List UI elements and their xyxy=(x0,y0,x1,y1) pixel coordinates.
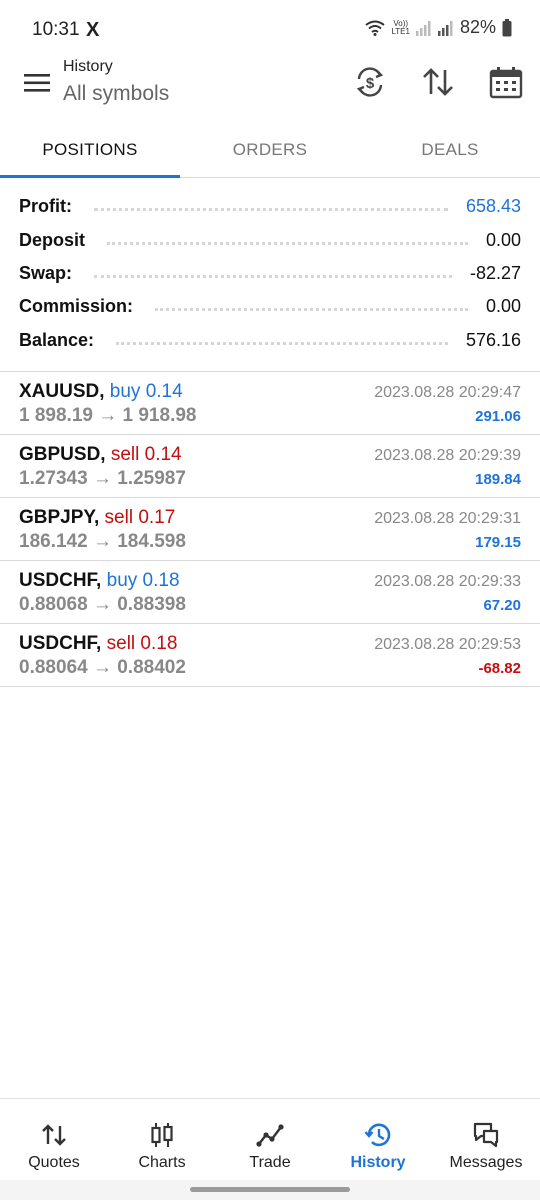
position-symbol: USDCHF, buy 0.18 xyxy=(19,570,180,591)
summary-label: Commission: xyxy=(19,296,134,317)
charts-icon xyxy=(151,1123,173,1147)
positions-list: XAUUSD, buy 0.14 1 898.19 → 1 918.98 202… xyxy=(0,372,540,687)
nav-charts[interactable]: Charts xyxy=(108,1099,216,1180)
app-header: History All symbols $ xyxy=(0,56,540,122)
summary-value: 0.00 xyxy=(485,296,521,317)
svg-text:$: $ xyxy=(366,75,375,92)
summary-label: Swap: xyxy=(19,262,73,283)
nav-history[interactable]: History xyxy=(324,1099,432,1180)
position-symbol: XAUUSD, buy 0.14 xyxy=(19,381,183,402)
nav-label: History xyxy=(350,1154,406,1171)
nav-quotes[interactable]: Quotes xyxy=(0,1099,108,1180)
symbol-filter[interactable]: All symbols xyxy=(63,82,169,106)
summary-row-commission: Commission: 0.00 xyxy=(0,290,540,323)
position-side: sell 0.18 xyxy=(106,633,178,654)
nav-trade[interactable]: Trade xyxy=(216,1099,324,1180)
network-type-icon: Vo)) LTE1 xyxy=(391,18,410,36)
summary-value: -82.27 xyxy=(469,262,521,283)
position-symbol: GBPUSD, sell 0.14 xyxy=(19,444,182,465)
dot-leader xyxy=(94,208,448,212)
menu-icon[interactable] xyxy=(24,72,50,94)
sort-icon[interactable] xyxy=(420,64,456,100)
dot-leader xyxy=(107,241,468,245)
dot-leader xyxy=(94,274,452,278)
signal-icon-2 xyxy=(437,20,453,36)
battery-icon xyxy=(502,18,512,36)
position-row[interactable]: USDCHF, sell 0.18 0.88064 → 0.88402 2023… xyxy=(0,624,540,687)
position-profit: 179.15 xyxy=(475,534,521,551)
dot-leader xyxy=(116,341,448,345)
position-side: buy 0.18 xyxy=(106,570,180,591)
position-row[interactable]: GBPUSD, sell 0.14 1.27343 → 1.25987 2023… xyxy=(0,435,540,498)
quotes-icon xyxy=(42,1124,66,1146)
battery-percent: 82% xyxy=(459,17,496,37)
x-logo-icon: X xyxy=(86,19,100,41)
position-side: buy 0.14 xyxy=(109,381,183,402)
summary-label: Profit: xyxy=(19,196,72,217)
calendar-icon[interactable] xyxy=(488,64,524,100)
position-row[interactable]: USDCHF, buy 0.18 0.88068 → 0.88398 2023.… xyxy=(0,561,540,624)
summary-value: 658.43 xyxy=(465,196,521,217)
wifi-icon xyxy=(365,20,386,36)
nav-label: Quotes xyxy=(28,1154,80,1171)
position-prices: 0.88064 → 0.88402 xyxy=(19,657,186,678)
summary-row-profit: Profit: 658.43 xyxy=(0,190,540,223)
position-profit: 67.20 xyxy=(483,597,521,614)
summary-panel: Profit: 658.43 Deposit 0.00 Swap: -82.27… xyxy=(0,190,540,357)
nav-label: Messages xyxy=(449,1154,523,1171)
status-indicators: Vo)) LTE1 82% xyxy=(365,17,512,38)
position-symbol: USDCHF, sell 0.18 xyxy=(19,633,178,654)
status-bar: 10:31 X Vo)) LTE1 82% xyxy=(0,0,540,56)
position-prices: 1.27343 → 1.25987 xyxy=(19,468,186,489)
position-symbol: GBPJPY, sell 0.17 xyxy=(19,507,176,528)
summary-row-deposit: Deposit 0.00 xyxy=(0,223,540,256)
status-time: 10:31 xyxy=(32,19,80,40)
position-prices: 186.142 → 184.598 xyxy=(19,531,186,552)
position-profit: -68.82 xyxy=(478,660,521,677)
summary-value: 0.00 xyxy=(485,229,521,250)
summary-row-swap: Swap: -82.27 xyxy=(0,257,540,290)
tab-positions[interactable]: POSITIONS xyxy=(0,122,180,178)
summary-row-balance: Balance: 576.16 xyxy=(0,324,540,357)
history-icon xyxy=(364,1123,391,1147)
messages-icon xyxy=(473,1122,499,1148)
position-time: 2023.08.28 20:29:47 xyxy=(374,384,521,401)
position-side: sell 0.14 xyxy=(110,444,182,465)
position-prices: 1 898.19 → 1 918.98 xyxy=(19,405,197,426)
tab-deals[interactable]: DEALS xyxy=(360,122,540,177)
position-row[interactable]: GBPJPY, sell 0.17 186.142 → 184.598 2023… xyxy=(0,498,540,561)
dot-leader xyxy=(155,308,468,312)
trade-icon xyxy=(256,1124,284,1147)
summary-label: Deposit xyxy=(19,229,86,250)
home-indicator[interactable] xyxy=(190,1187,350,1192)
gesture-bar xyxy=(0,1180,540,1200)
page-title: History xyxy=(63,58,113,75)
tab-orders[interactable]: ORDERS xyxy=(180,122,360,177)
position-row[interactable]: XAUUSD, buy 0.14 1 898.19 → 1 918.98 202… xyxy=(0,372,540,435)
position-side: sell 0.17 xyxy=(104,507,176,528)
position-time: 2023.08.28 20:29:33 xyxy=(374,573,521,590)
currency-sync-icon[interactable]: $ xyxy=(352,64,388,100)
nav-label: Charts xyxy=(138,1154,186,1171)
summary-value: 576.16 xyxy=(465,329,521,350)
position-prices: 0.88068 → 0.88398 xyxy=(19,594,186,615)
nav-messages[interactable]: Messages xyxy=(432,1099,540,1180)
summary-label: Balance: xyxy=(19,329,95,350)
position-time: 2023.08.28 20:29:39 xyxy=(374,447,521,464)
position-time: 2023.08.28 20:29:31 xyxy=(374,510,521,527)
signal-icon xyxy=(415,20,431,36)
position-profit: 291.06 xyxy=(475,408,521,425)
position-profit: 189.84 xyxy=(475,471,521,488)
nav-label: Trade xyxy=(249,1154,291,1171)
position-time: 2023.08.28 20:29:53 xyxy=(374,636,521,653)
bottom-nav: Quotes Charts Trade History Messages xyxy=(0,1098,540,1180)
tab-bar: POSITIONS ORDERS DEALS xyxy=(0,122,540,178)
